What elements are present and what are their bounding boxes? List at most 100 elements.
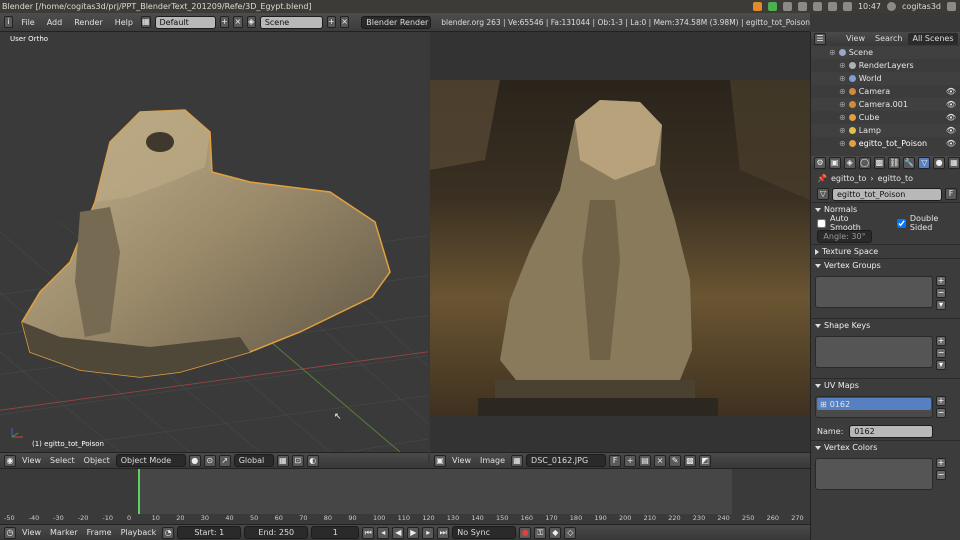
- scene-tab-icon[interactable]: ◈: [843, 157, 856, 169]
- mode-dropdown[interactable]: Object Mode: [115, 454, 186, 467]
- expand-icon[interactable]: ⊕: [839, 137, 846, 150]
- insert-keyframe-icon[interactable]: ◆: [549, 526, 562, 539]
- constraints-tab-icon[interactable]: ⛓: [888, 157, 901, 169]
- panel-vertex-groups[interactable]: Vertex Groups: [811, 258, 960, 272]
- vertex-group-menu-icon[interactable]: ▾: [936, 300, 946, 310]
- editor-type-image-icon[interactable]: ▣: [434, 454, 446, 467]
- editor-type-info-icon[interactable]: i: [4, 16, 14, 28]
- scene-remove-icon[interactable]: ×: [339, 16, 350, 28]
- orientation-dropdown[interactable]: Global: [233, 454, 274, 467]
- menu-help[interactable]: Help: [111, 18, 137, 27]
- uv-maps-list[interactable]: ⊞ 0162: [815, 396, 933, 418]
- shape-key-remove-icon[interactable]: −: [936, 348, 946, 358]
- data-tab-icon[interactable]: ▽: [918, 157, 931, 169]
- volume-icon[interactable]: [842, 2, 852, 11]
- prev-keyframe-icon[interactable]: ◂: [377, 526, 390, 539]
- expand-icon[interactable]: ⊕: [839, 98, 846, 111]
- delete-keyframe-icon[interactable]: ◇: [564, 526, 577, 539]
- object-tab-icon[interactable]: ▩: [873, 157, 886, 169]
- layers-icon[interactable]: ▦: [276, 454, 289, 467]
- image-alpha-icon[interactable]: ◩: [699, 454, 712, 467]
- user-name[interactable]: cogitas3d: [902, 0, 941, 13]
- expand-icon[interactable]: ⊕: [839, 111, 846, 124]
- current-frame-field[interactable]: 1: [311, 526, 360, 539]
- panel-vertex-colors[interactable]: Vertex Colors: [811, 440, 960, 454]
- menu-select[interactable]: Select: [47, 456, 78, 465]
- visibility-eye-icon[interactable]: 👁: [946, 111, 956, 124]
- record-icon[interactable]: ●: [519, 526, 532, 539]
- mesh-browse-icon[interactable]: ▽: [817, 188, 829, 200]
- menu-view-image[interactable]: View: [449, 456, 474, 465]
- editor-type-properties-icon[interactable]: ⚙: [814, 157, 826, 169]
- image-open-icon[interactable]: ▤: [639, 454, 652, 467]
- sync-dropdown[interactable]: No Sync: [452, 526, 517, 539]
- outliner-row[interactable]: ⊕ Camera 👁: [811, 85, 960, 98]
- panel-uv-maps[interactable]: UV Maps: [811, 378, 960, 392]
- menu-image[interactable]: Image: [477, 456, 508, 465]
- expand-icon[interactable]: ⊕: [839, 59, 846, 72]
- vertex-color-add-icon[interactable]: +: [936, 458, 946, 468]
- render-preview-icon[interactable]: ◐: [306, 454, 319, 467]
- modifiers-tab-icon[interactable]: 🔧: [903, 157, 916, 169]
- pivot-point-icon[interactable]: ⊙: [203, 454, 216, 467]
- tab-view[interactable]: View: [842, 33, 869, 45]
- user-icon[interactable]: [887, 2, 897, 11]
- vertex-colors-list[interactable]: [815, 458, 933, 490]
- tab-all-scenes[interactable]: All Scenes: [908, 33, 958, 45]
- pin-icon[interactable]: 📌: [817, 174, 827, 183]
- uv-map-remove-icon[interactable]: −: [936, 408, 946, 418]
- power-icon[interactable]: [947, 2, 956, 11]
- image-fake-user-button[interactable]: F: [609, 454, 622, 467]
- scene-add-icon[interactable]: +: [326, 16, 336, 28]
- outliner-row[interactable]: ⊕ Lamp 👁: [811, 124, 960, 137]
- menu-file[interactable]: File: [17, 18, 38, 27]
- menu-add[interactable]: Add: [43, 18, 67, 27]
- viewport-3d[interactable]: User Ortho (1) egitto_tot_Poison ↖: [0, 32, 428, 452]
- mesh-fake-user-button[interactable]: F: [945, 188, 957, 200]
- uv-name-field[interactable]: 0162: [849, 424, 934, 438]
- render-engine-dropdown[interactable]: Blender Render: [361, 15, 432, 29]
- panel-texture-space[interactable]: Texture Space: [811, 244, 960, 258]
- start-frame-field[interactable]: Start: 1: [177, 526, 242, 539]
- battery-icon[interactable]: [827, 2, 837, 11]
- editor-type-3d-icon[interactable]: ◉: [4, 454, 16, 467]
- menu-playback[interactable]: Playback: [118, 528, 160, 537]
- outliner-row[interactable]: ⊕ Camera.001 👁: [811, 98, 960, 111]
- visibility-eye-icon[interactable]: 👁: [946, 137, 956, 150]
- double-sided-checkbox[interactable]: [896, 218, 906, 228]
- shape-keys-list[interactable]: [815, 336, 933, 368]
- image-editor[interactable]: [430, 32, 810, 452]
- mail-icon[interactable]: [782, 2, 792, 11]
- jump-start-icon[interactable]: ⏮: [362, 526, 375, 539]
- image-pin-icon[interactable]: ✎: [669, 454, 682, 467]
- vertex-group-add-icon[interactable]: +: [936, 276, 946, 286]
- layout-add-icon[interactable]: +: [219, 16, 230, 28]
- current-frame-cursor[interactable]: [138, 469, 140, 514]
- timeline-area[interactable]: [0, 468, 810, 514]
- menu-marker[interactable]: Marker: [47, 528, 81, 537]
- outliner-row[interactable]: ⊕ egitto_tot_Poison 👁: [811, 137, 960, 150]
- expand-icon[interactable]: ⊕: [829, 46, 836, 59]
- editor-type-timeline-icon[interactable]: ◷: [4, 526, 16, 539]
- expand-icon[interactable]: ⊕: [839, 124, 846, 137]
- expand-icon[interactable]: ⊕: [839, 85, 846, 98]
- outliner-row[interactable]: ⊕ Scene: [811, 46, 960, 59]
- vertex-group-remove-icon[interactable]: −: [936, 288, 946, 298]
- update-icon[interactable]: [767, 2, 777, 11]
- panel-shape-keys[interactable]: Shape Keys: [811, 318, 960, 332]
- texture-tab-icon[interactable]: ▦: [948, 157, 960, 169]
- outliner-row[interactable]: ⊕ World: [811, 72, 960, 85]
- menu-frame[interactable]: Frame: [84, 528, 115, 537]
- image-browse-icon[interactable]: ▦: [511, 454, 524, 467]
- menu-view-timeline[interactable]: View: [19, 528, 44, 537]
- next-keyframe-icon[interactable]: ▸: [422, 526, 435, 539]
- layout-selector[interactable]: Default: [154, 15, 216, 29]
- play-icon[interactable]: ▶: [407, 526, 420, 539]
- layout-browse-icon[interactable]: ▦: [140, 16, 151, 28]
- angle-field[interactable]: Angle: 30°: [817, 230, 872, 243]
- material-tab-icon[interactable]: ●: [933, 157, 946, 169]
- end-frame-field[interactable]: End: 250: [244, 526, 309, 539]
- manipulator-icon[interactable]: ↗: [218, 454, 231, 467]
- clock[interactable]: 10:47: [858, 0, 881, 13]
- outliner-row[interactable]: ⊕ RenderLayers: [811, 59, 960, 72]
